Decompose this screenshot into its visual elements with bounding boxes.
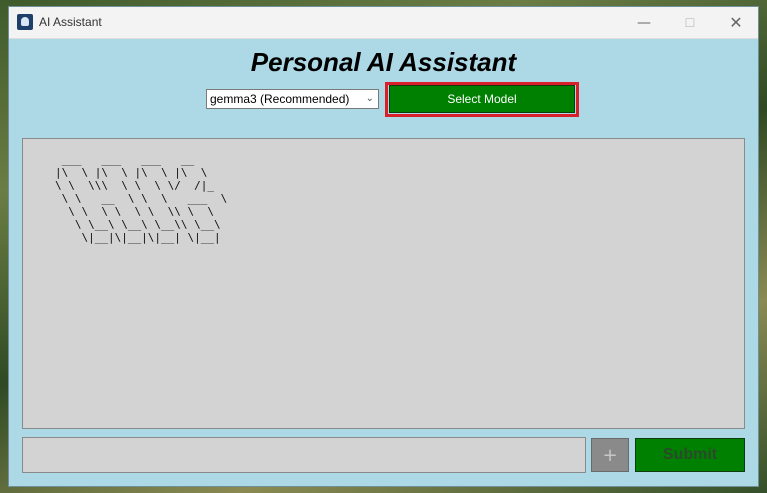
maximize-icon[interactable]: ☐ <box>667 7 713 38</box>
app-icon <box>17 14 33 30</box>
app-window: AI Assistant — ☐ ✕ Personal AI Assistant… <box>8 6 759 487</box>
attach-button[interactable]: + <box>591 438 629 472</box>
model-dropdown[interactable]: gemma3 (Recommended) ⌄ <box>206 89 379 109</box>
chevron-down-icon: ⌄ <box>365 93 374 104</box>
prompt-input[interactable] <box>22 437 586 473</box>
close-icon[interactable]: ✕ <box>713 7 759 38</box>
output-panel[interactable]: ___ ___ ___ __ |\ \ |\ \ |\ \ |\ \ \ \ \… <box>22 138 745 429</box>
title-bar: AI Assistant — ☐ ✕ <box>9 7 758 39</box>
page-title: Personal AI Assistant <box>250 47 517 77</box>
window-title: AI Assistant <box>39 15 102 29</box>
minimize-icon[interactable]: — <box>621 7 667 38</box>
model-dropdown-value: gemma3 (Recommended) <box>210 92 350 106</box>
ascii-art-logo: ___ ___ ___ __ |\ \ |\ \ |\ \ |\ \ \ \ \… <box>55 153 228 244</box>
submit-button[interactable]: Submit <box>635 438 745 472</box>
select-model-button[interactable]: Select Model <box>389 85 575 113</box>
